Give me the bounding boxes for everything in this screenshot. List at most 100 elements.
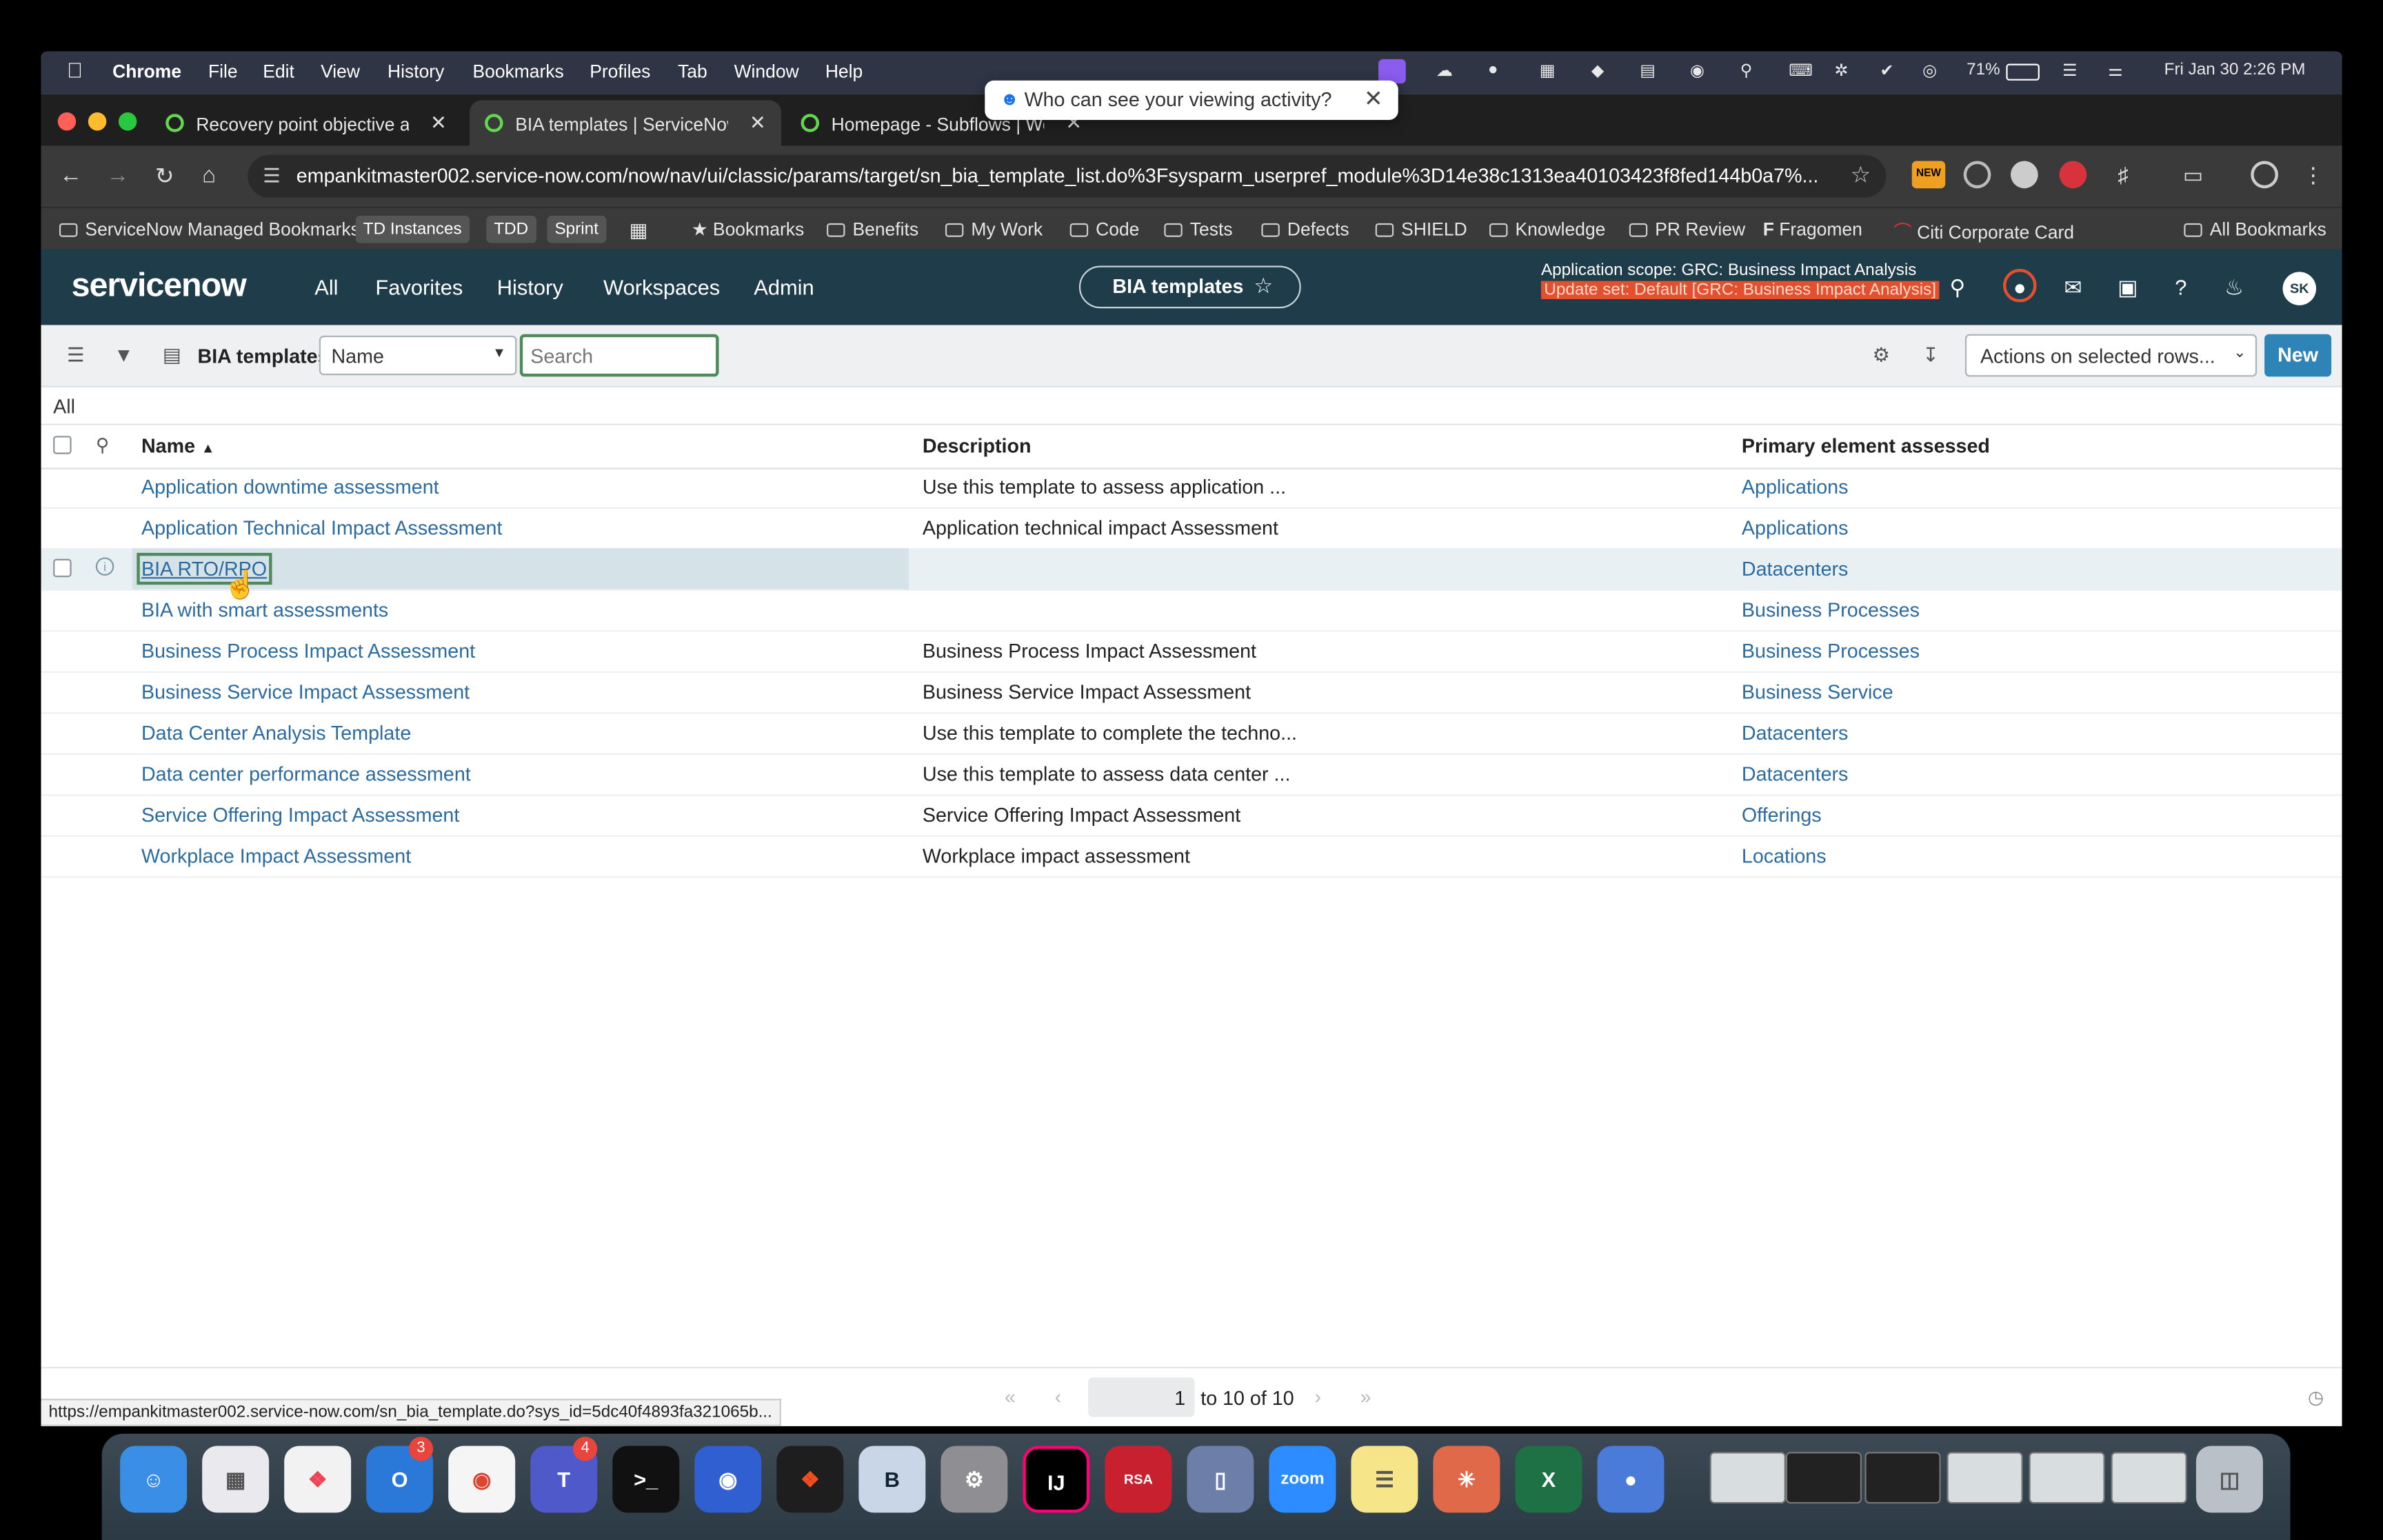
cell-name-link[interactable]: Business Process Impact Assessment [141,640,475,662]
trash-icon[interactable]: ◫ [2195,1446,2263,1513]
menu-edit[interactable]: Edit [263,61,294,82]
search-input[interactable] [519,334,719,377]
cell-primary-element-link[interactable]: Offerings [1742,803,1822,826]
bookmark-my-work[interactable]: My Work [945,219,1043,240]
select-all-checkbox[interactable] [53,436,72,454]
column-search-icon[interactable]: ⚲ [96,434,109,456]
bookmark-tests[interactable]: Tests [1164,219,1233,240]
bookmark-all[interactable]: All Bookmarks [2184,219,2326,240]
menu-window[interactable]: Window [734,61,799,82]
list-context-icon[interactable]: ▤ [163,343,181,367]
palette-icon[interactable]: ▣ [2113,272,2143,302]
tab-bia-templates[interactable]: BIA templates | ServiceNow ✕ [470,100,781,146]
wifi-icon[interactable]: ☰ [2062,61,2078,80]
simulator-icon[interactable]: ▯ [1187,1446,1254,1513]
cell-name-link[interactable]: Data center performance assessment [141,762,471,785]
close-window-button[interactable] [57,112,77,131]
menu-history[interactable]: History [388,61,444,82]
profile-icon[interactable] [2251,161,2278,189]
bbedit-icon[interactable]: B [858,1446,926,1513]
rsa-securid-icon[interactable]: RSA [1105,1446,1172,1513]
table-row[interactable]: Business Service Impact Assessment Busine… [41,671,2342,714]
extension-globe-icon[interactable] [2011,161,2038,189]
apple-icon[interactable]:  [67,58,83,82]
bookmark-knowledge[interactable]: Knowledge [1489,219,1605,240]
menu-help[interactable]: Help [825,61,863,82]
bookmark-managed[interactable]: ServiceNow Managed Bookmarks [59,219,360,240]
filter-icon[interactable]: ▼ [114,343,133,366]
minimized-window-thumbnail[interactable] [1709,1452,1786,1504]
table-row[interactable]: BIA with smart assessments Business Proce… [41,589,2342,632]
list-settings-gear-icon[interactable]: ⚙ [1872,343,1890,367]
intellij-icon[interactable]: IJ [1023,1446,1090,1513]
bookmark-shield[interactable]: SHIELD [1375,219,1467,240]
chat-icon[interactable]: ✉ [2058,272,2088,302]
menu-clock[interactable]: Fri Jan 30 2:26 PM [2164,61,2306,79]
cell-name-link[interactable]: Business Service Impact Assessment [141,680,470,703]
close-icon[interactable]: ✕ [1364,85,1383,112]
menu-profiles[interactable]: Profiles [590,61,650,82]
cell-primary-element-link[interactable]: Business Processes [1742,640,1920,662]
cell-primary-element-link[interactable]: Datacenters [1742,722,1848,744]
chrome-menu-icon[interactable]: ⋮ [2300,161,2327,189]
table-row[interactable]: Data Center Analysis Template Use this te… [41,712,2342,755]
viewing-activity-popup[interactable]: ☻ Who can see your viewing activity? ✕ [985,80,1398,121]
nav-favorites[interactable]: Favorites [375,275,463,299]
table-row[interactable]: Business Process Impact Assessment Busine… [41,630,2342,673]
cell-primary-element-link[interactable]: Datacenters [1742,762,1848,785]
figma-icon[interactable]: ❖ [776,1446,844,1513]
bookmark-star-icon[interactable]: ☆ [1851,161,1871,188]
notes-icon[interactable]: ☰ [1351,1446,1418,1513]
help-icon[interactable]: ? [2166,272,2196,302]
globe-tray-icon[interactable]: ● [1488,61,1498,79]
zoom-icon[interactable]: zoom [1269,1446,1336,1513]
nav-admin[interactable]: Admin [754,275,814,299]
cell-name-link[interactable]: Service Offering Impact Assessment [141,803,459,826]
maps-pin-icon[interactable]: ◉ [694,1446,762,1513]
cell-primary-element-link[interactable]: Locations [1742,844,1827,867]
globe-icon[interactable]: ● [2003,268,2037,303]
cell-primary-element-link[interactable]: Business Processes [1742,598,1920,621]
nav-history[interactable]: History [497,275,563,299]
menu-bookmarks[interactable]: Bookmarks [472,61,563,82]
launchpad-icon[interactable]: ▦ [202,1446,270,1513]
terminal-icon[interactable]: >_ [612,1446,680,1513]
menu-app-name[interactable]: Chrome [112,61,181,82]
table-row[interactable]: i BIA RTO/RPO Datacenters [41,548,2342,591]
download-icon[interactable]: ↧ [1922,343,1939,367]
previous-page-icon[interactable]: ‹ [1055,1385,1062,1408]
cell-name-link[interactable]: Workplace Impact Assessment [141,844,411,867]
finder-icon[interactable]: ☺ [120,1446,188,1513]
zoom-window-button[interactable] [118,112,137,131]
cell-primary-element-link[interactable]: Applications [1742,476,1849,498]
system-settings-icon[interactable]: ⚙ [941,1446,1008,1513]
cloud-icon[interactable]: ☁ [1436,61,1453,80]
airdrop-icon[interactable]: ◎ [1922,61,1937,80]
bookmark-benefits[interactable]: Benefits [827,219,918,240]
next-page-icon[interactable]: › [1315,1385,1322,1408]
claude-icon[interactable]: ✳ [1433,1446,1500,1513]
application-scope[interactable]: Application scope: GRC: Business Impact … [1541,261,1916,279]
table-row[interactable]: Data center performance assessment Use th… [41,753,2342,796]
minimize-window-button[interactable] [88,112,107,131]
search-icon[interactable]: ⚲ [1942,272,1973,302]
extension-circle-icon[interactable] [1963,161,1991,189]
response-time-icon[interactable]: ◷ [2308,1387,2324,1408]
bookmark-chip-td-instances[interactable]: TD Instances [355,215,470,243]
menu-view[interactable]: View [321,61,360,82]
close-tab-icon[interactable]: ✕ [430,111,447,135]
table-row[interactable]: Application downtime assessment Use this … [41,466,2342,509]
bookmark-bookmarks[interactable]: ★ Bookmarks [692,219,804,240]
cell-name-link[interactable]: Application Technical Impact Assessment [141,516,502,539]
minimized-window-thumbnail[interactable] [1785,1452,1862,1504]
first-page-icon[interactable]: « [1005,1385,1016,1408]
battery-icon[interactable] [2006,63,2040,81]
new-button[interactable]: New [2264,334,2332,377]
table-row[interactable]: Service Offering Impact Assessment Servic… [41,794,2342,837]
bookmark-citi[interactable]: ⌒ Citi Corporate Card [1893,219,2074,244]
nav-workspaces[interactable]: Workspaces [603,275,720,299]
search-field-select[interactable]: Name ▼ [319,335,517,376]
cell-name-link[interactable]: BIA with smart assessments [141,598,388,621]
row-checkbox[interactable] [53,558,72,578]
reload-icon[interactable]: ↻ [155,163,174,190]
